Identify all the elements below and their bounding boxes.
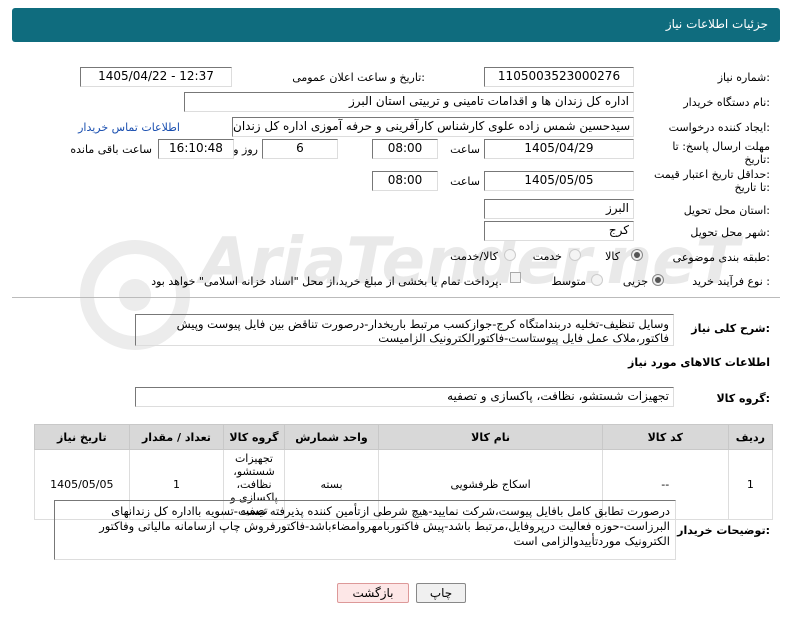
price-valid-label: حداقل تاریخ اعتبار قیمت: xyxy=(654,168,770,181)
goods-group-field: تجهیزات شستشو، نظافت، پاکسازی و تصفیه xyxy=(135,387,674,407)
divider xyxy=(12,297,780,298)
city-label: شهر محل تحویل: xyxy=(690,226,770,239)
notes-textarea[interactable]: درصورت تطابق کامل بافایل پیوست،شرکت نمای… xyxy=(54,500,676,560)
process-radio-minor[interactable] xyxy=(652,274,664,286)
process-label: نوع فرآیند خرید : xyxy=(692,275,770,288)
col-header-unit: واحد شمارش xyxy=(283,424,380,450)
cell-row: 1 xyxy=(727,449,774,520)
col-header-date: تاریخ نیاز xyxy=(34,424,130,450)
process-option-medium: متوسط xyxy=(551,275,586,288)
announce-label: تاریخ و ساعت اعلان عمومی: xyxy=(292,71,425,84)
summary-label: شرح کلی نیاز: xyxy=(691,322,770,335)
send-deadline-label: مهلت ارسال پاسخ: تا xyxy=(672,140,770,153)
category-label: طبقه بندی موضوعی: xyxy=(672,251,770,264)
category-radio-goods[interactable] xyxy=(631,249,643,261)
category-option-goods: کالا xyxy=(605,250,620,263)
category-radio-both[interactable] xyxy=(504,249,516,261)
need-number-field: 1105003523000276 xyxy=(484,67,634,87)
price-valid-label-2: تا تاریخ: xyxy=(734,181,770,194)
days-field: 6 xyxy=(262,139,338,159)
remaining-word: ساعت باقی مانده xyxy=(70,143,152,156)
province-field: البرز xyxy=(484,199,634,219)
col-header-name: نام کالا xyxy=(378,424,603,450)
col-header-qty: تعداد / مقدار xyxy=(128,424,225,450)
announce-field: 1405/04/22 - 12:37 xyxy=(80,67,232,87)
page-title: جزئیات اطلاعات نیاز xyxy=(665,17,768,31)
send-time-field: 08:00 xyxy=(372,139,438,159)
goods-group-label: گروه کالا: xyxy=(716,392,770,405)
col-header-code: کد کالا xyxy=(601,424,729,450)
category-option-both: کالا/خدمت xyxy=(450,250,498,263)
send-date-field: 1405/04/29 xyxy=(484,139,634,159)
table-header-row: تاریخ نیاز تعداد / مقدار گروه کالا واحد … xyxy=(34,424,774,450)
need-number-label: شماره نیاز: xyxy=(717,71,770,84)
summary-textarea[interactable]: وسایل تنظیف-تخلیه دربندامتگاه کرج-جوازکس… xyxy=(135,314,674,346)
creator-label: ایجاد کننده درخواست: xyxy=(668,121,770,134)
notes-label: توضیحات خریدار: xyxy=(677,524,770,537)
days-word: روز و xyxy=(233,143,258,156)
process-radio-medium[interactable] xyxy=(591,274,603,286)
treasury-payment-checkbox[interactable] xyxy=(510,272,521,283)
city-field: کرج xyxy=(484,221,634,241)
page-header: جزئیات اطلاعات نیاز xyxy=(12,8,780,42)
treasury-payment-text: پرداخت تمام یا بخشی از مبلغ خرید،از محل … xyxy=(151,275,502,288)
process-option-minor: جزیی xyxy=(622,275,648,288)
valid-time-field: 08:00 xyxy=(372,171,438,191)
print-button[interactable]: چاپ xyxy=(416,583,466,603)
back-button[interactable]: بازگشت xyxy=(337,583,409,603)
category-option-service: خدمت xyxy=(532,250,562,263)
province-label: استان محل تحویل: xyxy=(683,204,770,217)
send-time-word: ساعت xyxy=(450,143,480,156)
valid-date-field: 1405/05/05 xyxy=(484,171,634,191)
remaining-time-field: 16:10:48 xyxy=(158,139,234,159)
buyer-org-label: نام دستگاه خریدار: xyxy=(683,96,770,109)
send-deadline-label-2: تاریخ: xyxy=(744,153,770,166)
creator-field: سیدحسین شمس زاده علوی کارشناس کارآفرینی … xyxy=(232,117,634,137)
buyer-org-field: اداره کل زندان ها و اقدامات تامینی و ترب… xyxy=(184,92,634,112)
col-header-row: ردیف xyxy=(727,424,774,450)
category-radio-service[interactable] xyxy=(569,249,581,261)
col-header-group: گروه کالا xyxy=(223,424,285,450)
contact-info-link[interactable]: اطلاعات تماس خریدار xyxy=(78,121,180,134)
goods-section-title: اطلاعات کالاهای مورد نیاز xyxy=(628,356,770,369)
valid-time-word: ساعت xyxy=(450,175,480,188)
